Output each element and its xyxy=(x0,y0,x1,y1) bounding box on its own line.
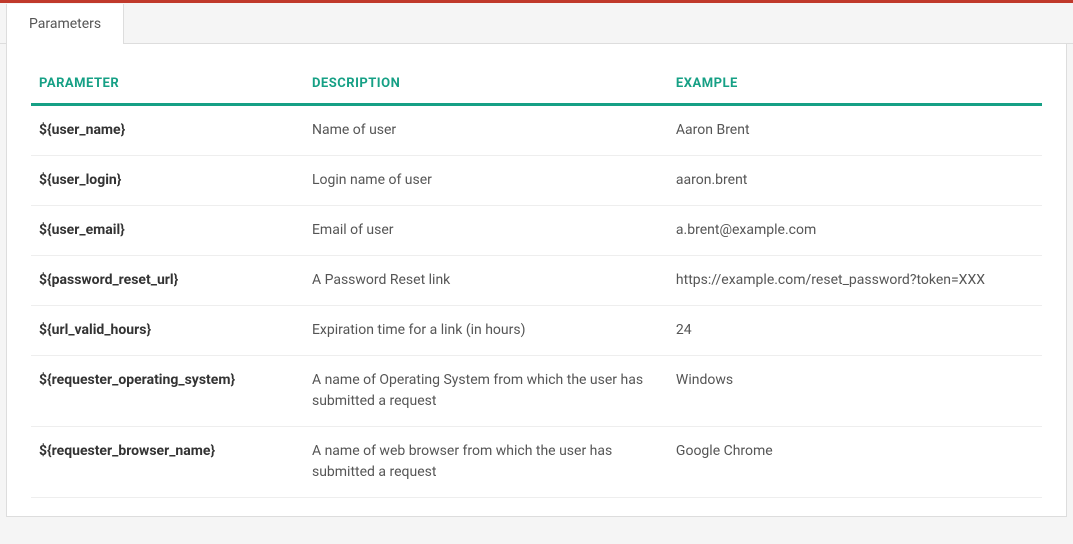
cell-description: Email of user xyxy=(304,206,668,256)
cell-example: 24 xyxy=(668,306,1042,356)
cell-parameter: ${user_email} xyxy=(31,206,304,256)
cell-description: Name of user xyxy=(304,105,668,156)
table-row: ${password_reset_url} A Password Reset l… xyxy=(31,256,1042,306)
cell-description: Login name of user xyxy=(304,156,668,206)
cell-description: A Password Reset link xyxy=(304,256,668,306)
table-header-row: PARAMETER DESCRIPTION EXAMPLE xyxy=(31,66,1042,105)
table-row: ${user_login} Login name of user aaron.b… xyxy=(31,156,1042,206)
cell-parameter: ${requester_operating_system} xyxy=(31,356,304,427)
table-row: ${requester_operating_system} A name of … xyxy=(31,356,1042,427)
cell-example: aaron.brent xyxy=(668,156,1042,206)
cell-example: Windows xyxy=(668,356,1042,427)
cell-description: A name of web browser from which the use… xyxy=(304,427,668,498)
tab-label: Parameters xyxy=(29,16,101,32)
cell-example: Google Chrome xyxy=(668,427,1042,498)
cell-parameter: ${user_name} xyxy=(31,105,304,156)
tab-parameters[interactable]: Parameters xyxy=(6,4,124,44)
page-container: Parameters PARAMETER DESCRIPTION EXAMPLE… xyxy=(0,0,1073,517)
table-row: ${requester_browser_name} A name of web … xyxy=(31,427,1042,498)
cell-parameter: ${password_reset_url} xyxy=(31,256,304,306)
cell-example: Aaron Brent xyxy=(668,105,1042,156)
tabs-bar: Parameters xyxy=(0,0,1073,44)
cell-example: https://example.com/reset_password?token… xyxy=(668,256,1042,306)
header-example: EXAMPLE xyxy=(668,66,1042,105)
table-row: ${user_name} Name of user Aaron Brent xyxy=(31,105,1042,156)
cell-parameter: ${requester_browser_name} xyxy=(31,427,304,498)
cell-description: A name of Operating System from which th… xyxy=(304,356,668,427)
table-row: ${url_valid_hours} Expiration time for a… xyxy=(31,306,1042,356)
tab-content: PARAMETER DESCRIPTION EXAMPLE ${user_nam… xyxy=(6,44,1067,517)
header-description: DESCRIPTION xyxy=(304,66,668,105)
cell-description: Expiration time for a link (in hours) xyxy=(304,306,668,356)
cell-example: a.brent@example.com xyxy=(668,206,1042,256)
parameters-table: PARAMETER DESCRIPTION EXAMPLE ${user_nam… xyxy=(31,66,1042,498)
header-parameter: PARAMETER xyxy=(31,66,304,105)
cell-parameter: ${user_login} xyxy=(31,156,304,206)
table-row: ${user_email} Email of user a.brent@exam… xyxy=(31,206,1042,256)
cell-parameter: ${url_valid_hours} xyxy=(31,306,304,356)
